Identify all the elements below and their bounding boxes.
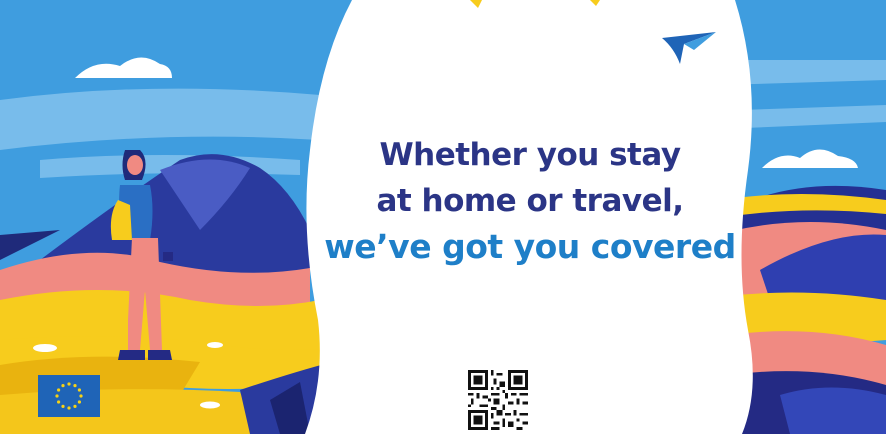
headline-line-1: Whether you stay bbox=[379, 137, 681, 173]
headline-line-2: at home or travel, bbox=[376, 183, 684, 219]
qr-code-icon[interactable] bbox=[468, 370, 528, 430]
headline: Whether you stay at home or travel, we’v… bbox=[300, 132, 760, 270]
bird-logo-icon bbox=[662, 32, 716, 64]
ad-banner: Whether you stay at home or travel, we’v… bbox=[0, 0, 886, 434]
eu-flag-icon bbox=[38, 375, 100, 417]
headline-line-3: we’ve got you covered bbox=[324, 227, 736, 266]
